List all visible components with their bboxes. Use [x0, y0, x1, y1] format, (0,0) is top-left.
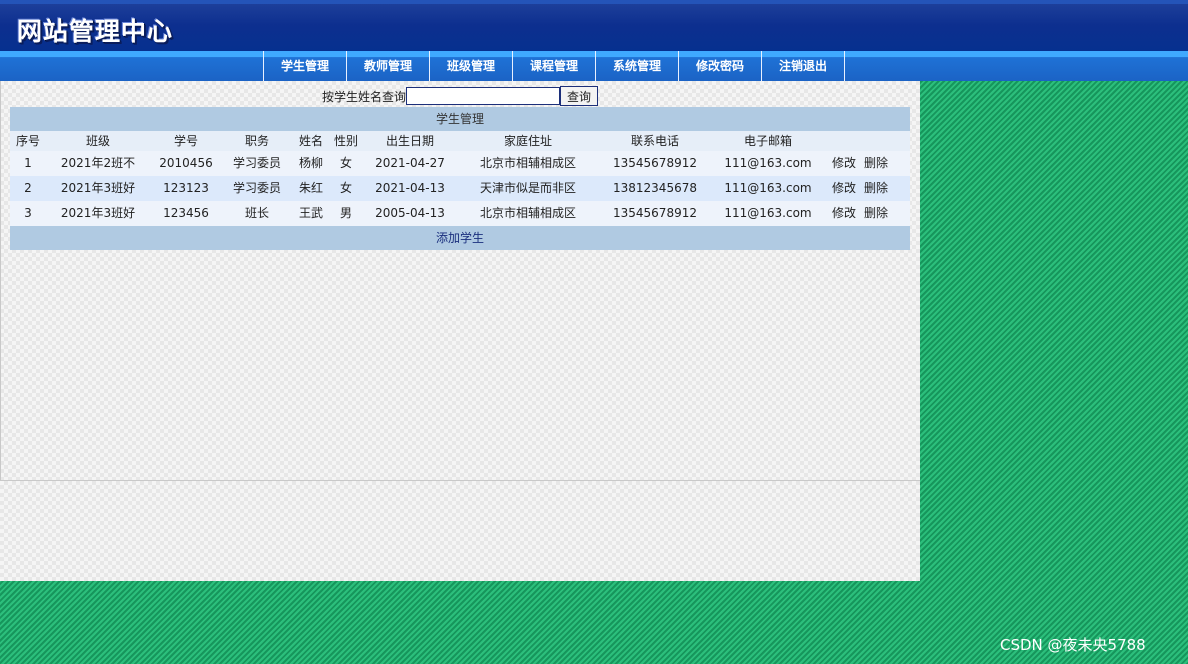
search-label: 按学生姓名查询: [322, 89, 407, 104]
cell-position: 班长: [244, 206, 269, 220]
frame-border-bottom: [0, 480, 920, 481]
edit-link[interactable]: 修改: [832, 156, 856, 170]
cell-student-id: 123456: [163, 206, 209, 220]
cell-gender: 女: [339, 156, 352, 170]
cell-gender: 男: [339, 206, 352, 220]
delete-link[interactable]: 删除: [864, 206, 888, 220]
cell-gender: 女: [339, 181, 352, 195]
cell-birth-date: 2021-04-13: [375, 181, 445, 195]
nav-list: 学生管理 教师管理 班级管理 课程管理 系统管理 修改密码 注销退出: [263, 51, 845, 81]
column-header: 班级: [85, 134, 110, 148]
nav-item-system[interactable]: 系统管理: [596, 51, 679, 81]
cell-student-id: 123123: [163, 181, 209, 195]
cell-index: 3: [24, 206, 32, 220]
header: 网站管理中心: [0, 0, 1188, 51]
table-title: 学生管理: [10, 107, 910, 131]
cell-name: 杨柳: [298, 156, 323, 170]
nav-item-class[interactable]: 班级管理: [430, 51, 513, 81]
cell-name: 王武: [298, 206, 323, 220]
student-table: 学生管理 序号 班级 学号 职务 姓名 性别 出生日期 家庭住址 联系电话 电子…: [10, 107, 910, 250]
cell-position: 学习委员: [232, 156, 281, 170]
table-row: 1 2021年2班不 2010456 学习委员 杨柳 女 2021-04-27 …: [10, 151, 910, 176]
nav-item-teacher[interactable]: 教师管理: [347, 51, 430, 81]
cell-student-id: 2010456: [159, 156, 213, 170]
cell-class: 2021年3班好: [60, 206, 136, 220]
column-header: 家庭住址: [503, 134, 552, 148]
table-row: 3 2021年3班好 123456 班长 王武 男 2005-04-13 北京市…: [10, 201, 910, 226]
nav-item-course[interactable]: 课程管理: [513, 51, 596, 81]
column-header: 联系电话: [630, 134, 679, 148]
column-header: 出生日期: [385, 134, 434, 148]
cell-address: 天津市似是而非区: [479, 181, 576, 195]
cell-birth-date: 2005-04-13: [375, 206, 445, 220]
column-header: 职务: [244, 134, 269, 148]
cell-index: 2: [24, 181, 32, 195]
edit-link[interactable]: 修改: [832, 181, 856, 195]
nav-item-student[interactable]: 学生管理: [264, 51, 347, 81]
edit-link[interactable]: 修改: [832, 206, 856, 220]
column-header: 电子邮箱: [743, 134, 792, 148]
cell-class: 2021年2班不: [60, 156, 136, 170]
cell-class: 2021年3班好: [60, 181, 136, 195]
add-student-link[interactable]: 添加学生: [10, 226, 910, 250]
content-panel: 按学生姓名查询 查询 学生管理 序号 班级 学号 职务 姓名 性别 出生日期 家…: [0, 81, 920, 581]
column-header: 性别: [333, 134, 358, 148]
column-header: 姓名: [298, 134, 323, 148]
cell-birth-date: 2021-04-27: [375, 156, 445, 170]
nav-item-logout[interactable]: 注销退出: [762, 51, 845, 81]
search-bar: 按学生姓名查询 查询: [322, 86, 599, 106]
nav-bar: 学生管理 教师管理 班级管理 课程管理 系统管理 修改密码 注销退出: [0, 51, 1188, 81]
watermark: CSDN @夜未央5788: [1000, 636, 1146, 654]
column-header: 学号: [173, 134, 198, 148]
delete-link[interactable]: 删除: [864, 156, 888, 170]
cell-actions: 修改 删除: [824, 151, 910, 176]
cell-address: 北京市相辅相成区: [479, 206, 576, 220]
cell-address: 北京市相辅相成区: [479, 156, 576, 170]
cell-position: 学习委员: [232, 181, 281, 195]
cell-name: 朱红: [298, 181, 323, 195]
search-input[interactable]: [406, 87, 561, 105]
cell-phone: 13545678912: [613, 206, 697, 220]
cell-phone: 13812345678: [613, 181, 697, 195]
cell-actions: 修改 删除: [824, 201, 910, 226]
nav-item-change-password[interactable]: 修改密码: [679, 51, 762, 81]
cell-index: 1: [24, 156, 32, 170]
cell-email: 111@163.com: [724, 181, 812, 195]
cell-email: 111@163.com: [724, 156, 812, 170]
delete-link[interactable]: 删除: [864, 181, 888, 195]
site-title: 网站管理中心: [17, 17, 174, 46]
cell-phone: 13545678912: [613, 156, 697, 170]
frame-border-left: [0, 81, 1, 481]
cell-email: 111@163.com: [724, 206, 812, 220]
cell-actions: 修改 删除: [824, 176, 910, 201]
table-row: 2 2021年3班好 123123 学习委员 朱红 女 2021-04-13 天…: [10, 176, 910, 201]
search-button[interactable]: 查询: [560, 86, 599, 106]
table-header-row: 序号 班级 学号 职务 姓名 性别 出生日期 家庭住址 联系电话 电子邮箱: [10, 131, 910, 151]
column-header-actions: [824, 131, 910, 151]
column-header: 序号: [15, 134, 40, 148]
